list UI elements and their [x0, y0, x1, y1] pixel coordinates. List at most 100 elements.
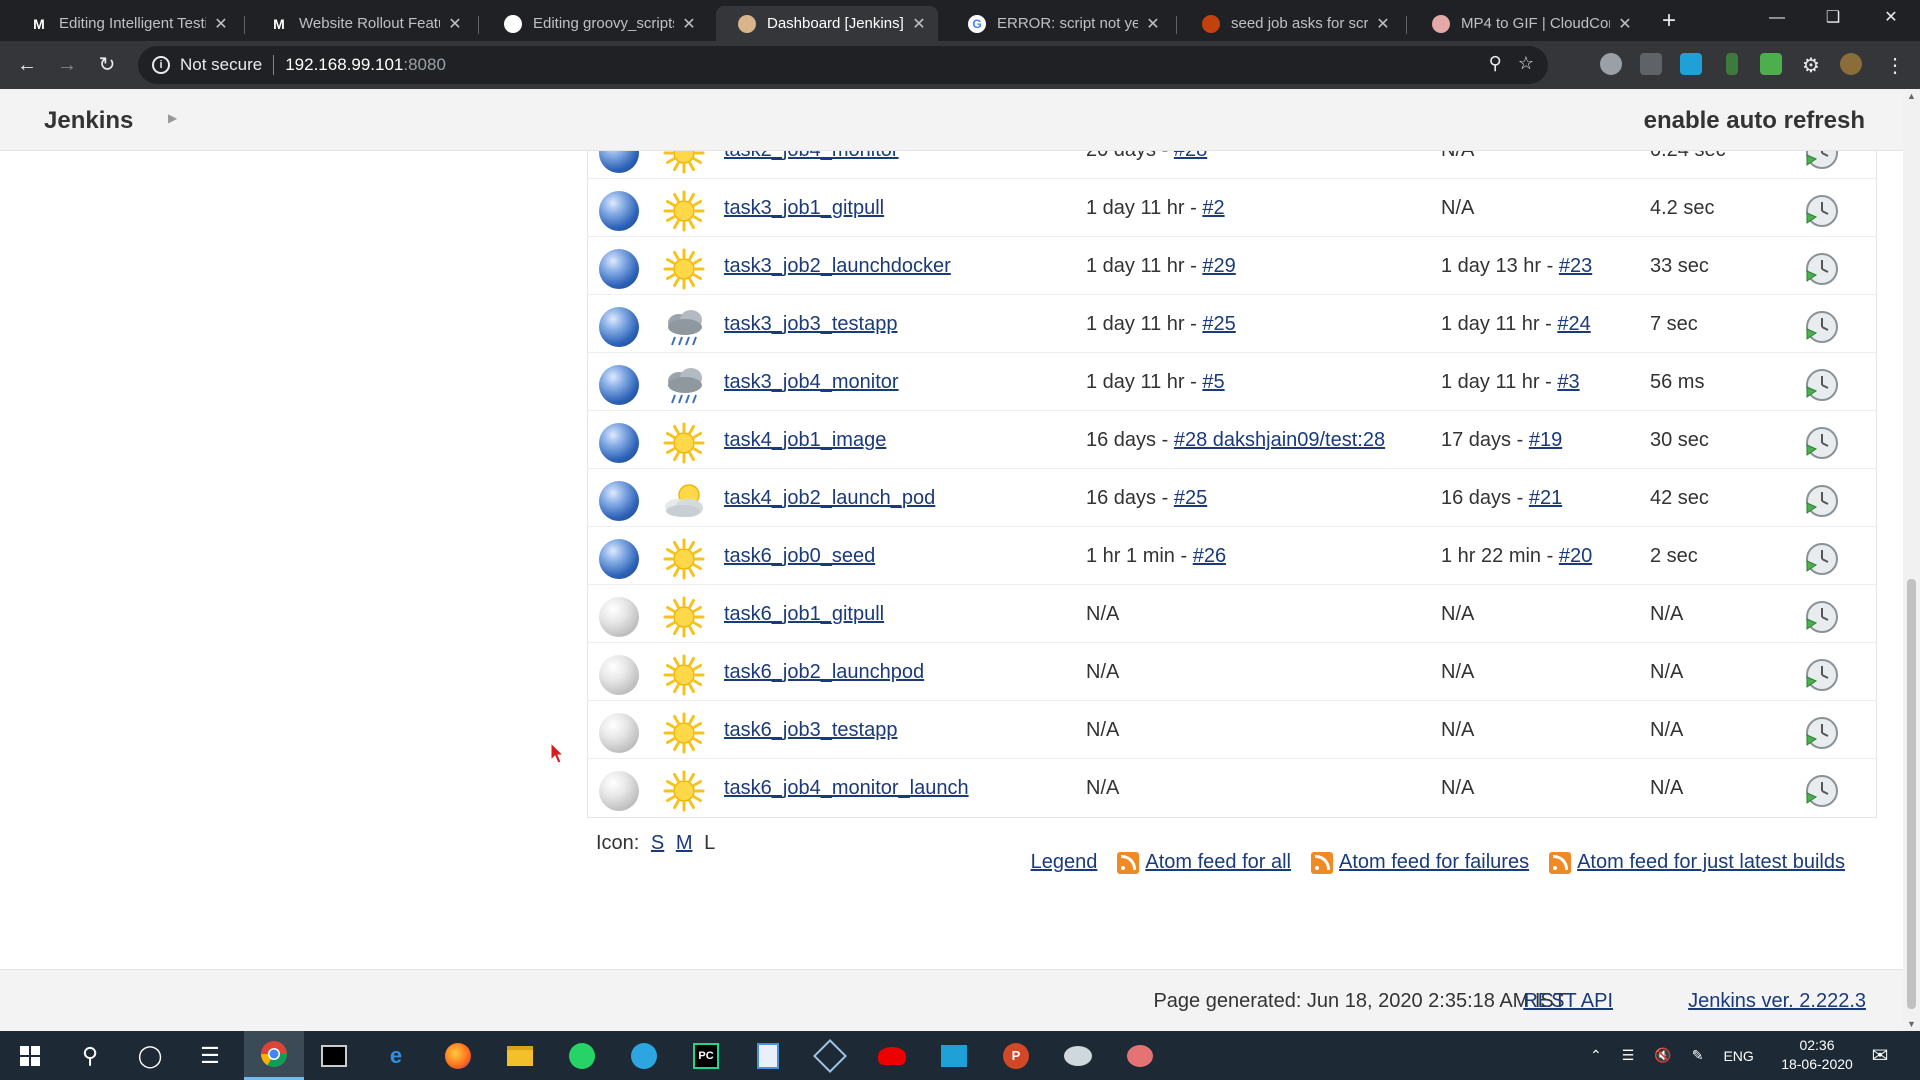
schedule-build-icon[interactable]	[1804, 367, 1840, 403]
last-success-build-link[interactable]: #28	[1174, 151, 1207, 161]
build-status-blue-icon[interactable]	[599, 249, 639, 289]
icon-size-medium-link[interactable]: M	[676, 832, 693, 854]
weather-sunny-icon[interactable]	[661, 189, 707, 233]
schedule-build-icon[interactable]	[1804, 425, 1840, 461]
last-success-build-link[interactable]: #28 dakshjain09/test:28	[1174, 429, 1385, 451]
extensions-icon[interactable]: ⚙	[1800, 53, 1822, 77]
zoom-icon[interactable]: ⚲	[1489, 53, 1502, 74]
weather-sunny-icon[interactable]	[661, 711, 707, 755]
schedule-build-icon[interactable]	[1804, 773, 1840, 809]
scrollbar-thumb[interactable]	[1907, 579, 1916, 1009]
firefox-taskbar-icon[interactable]	[428, 1031, 488, 1080]
paint-taskbar-icon[interactable]	[1048, 1031, 1108, 1080]
last-success-build-link[interactable]: #29	[1202, 255, 1235, 277]
virtualbox-taskbar-icon[interactable]	[800, 1031, 860, 1080]
weather-sunny-icon[interactable]	[661, 653, 707, 697]
job-name-link[interactable]: task6_job3_testapp	[724, 719, 897, 742]
schedule-build-icon[interactable]	[1804, 715, 1840, 751]
pycharm-taskbar-icon[interactable]: PC	[676, 1031, 736, 1080]
tab-close-icon[interactable]: ✕	[1144, 14, 1162, 34]
schedule-build-icon[interactable]	[1804, 193, 1840, 229]
tab-close-icon[interactable]: ✕	[680, 14, 698, 34]
pen-icon[interactable]: ✎	[1692, 1047, 1704, 1064]
browser-tab[interactable]: M Editing Intelligent Testi ✕	[8, 6, 240, 41]
build-status-grey-icon[interactable]	[599, 771, 639, 811]
extension-leaf-icon[interactable]	[1726, 53, 1738, 75]
build-status-blue-icon[interactable]	[599, 539, 639, 579]
telegram-taskbar-icon[interactable]	[614, 1031, 674, 1080]
tab-close-icon[interactable]: ✕	[910, 14, 928, 34]
build-status-blue-icon[interactable]	[599, 481, 639, 521]
weather-rain-icon[interactable]	[661, 305, 707, 349]
atom-feed-latest-link[interactable]: Atom feed for just latest builds	[1577, 851, 1845, 874]
enable-auto-refresh-link[interactable]: enable auto refresh	[1644, 107, 1865, 135]
notifications-icon[interactable]: ✉	[1850, 1031, 1910, 1080]
last-success-build-link[interactable]: #25	[1174, 487, 1207, 509]
scroll-down-arrow-icon[interactable]: ▼	[1906, 1019, 1917, 1029]
task-view-icon[interactable]: ☰	[180, 1031, 240, 1080]
volume-muted-icon[interactable]: 🔇	[1654, 1047, 1671, 1064]
cortana-icon[interactable]: ◯	[120, 1031, 180, 1080]
schedule-build-icon[interactable]	[1804, 151, 1840, 171]
schedule-build-icon[interactable]	[1804, 483, 1840, 519]
weather-sunny-icon[interactable]	[661, 151, 707, 175]
extension-puzzle-green-icon[interactable]	[1760, 53, 1782, 75]
job-name-link[interactable]: task3_job2_launchdocker	[724, 255, 951, 278]
weather-sunny-icon[interactable]	[661, 595, 707, 639]
new-tab-button[interactable]: +	[1655, 8, 1683, 36]
job-name-link[interactable]: task4_job2_launch_pod	[724, 487, 935, 510]
breadcrumb-caret-icon[interactable]: ▶	[168, 111, 177, 125]
tab-close-icon[interactable]: ✕	[212, 14, 230, 34]
close-window-button[interactable]: ✕	[1868, 0, 1914, 36]
legend-link[interactable]: Legend	[1031, 851, 1098, 874]
windows-start-icon[interactable]	[0, 1031, 60, 1080]
tab-close-icon[interactable]: ✕	[1616, 14, 1634, 34]
rss-feed-icon[interactable]	[1549, 851, 1572, 874]
red-hat-taskbar-icon[interactable]	[862, 1031, 922, 1080]
schedule-build-icon[interactable]	[1804, 599, 1840, 635]
last-success-build-link[interactable]: #26	[1193, 545, 1226, 567]
job-name-link[interactable]: task6_job4_monitor_launch	[724, 777, 969, 800]
address-bar[interactable]: i Not secure 192.168.99.101:8080 ⚲ ☆	[138, 46, 1548, 84]
job-name-link[interactable]: task2_job4_monitor	[724, 151, 899, 162]
job-name-link[interactable]: task6_job0_seed	[724, 545, 875, 568]
weather-sunny-icon[interactable]	[661, 769, 707, 813]
browser-tab[interactable]: M Website Rollout Featur ✕	[248, 6, 474, 41]
jenkins-logo[interactable]: Jenkins	[44, 107, 133, 135]
snip-taskbar-icon[interactable]	[924, 1031, 984, 1080]
last-success-build-link[interactable]: #2	[1202, 197, 1224, 219]
browser-tab[interactable]: MP4 to GIF | CloudCon ✕	[1410, 6, 1644, 41]
rest-api-link[interactable]: REST API	[1523, 990, 1613, 1013]
browser-tab[interactable]: Dashboard [Jenkins] ✕	[716, 6, 938, 41]
file-explorer-taskbar-icon[interactable]	[490, 1031, 550, 1080]
schedule-build-icon[interactable]	[1804, 657, 1840, 693]
whatsapp-taskbar-icon[interactable]	[552, 1031, 612, 1080]
build-status-grey-icon[interactable]	[599, 597, 639, 637]
info-icon[interactable]: i	[152, 56, 170, 74]
job-name-link[interactable]: task3_job3_testapp	[724, 313, 897, 336]
url-port[interactable]: :8080	[403, 55, 446, 75]
weather-sunny-icon[interactable]	[661, 247, 707, 291]
last-failure-build-link[interactable]: #23	[1559, 255, 1592, 277]
search-icon[interactable]: ⚲	[60, 1031, 120, 1080]
tab-close-icon[interactable]: ✕	[1374, 14, 1392, 34]
powerpoint-taskbar-icon[interactable]: P	[986, 1031, 1046, 1080]
recorder-taskbar-icon[interactable]	[1110, 1031, 1170, 1080]
weather-sunny-icon[interactable]	[661, 421, 707, 465]
extension-record-icon[interactable]	[1600, 53, 1622, 75]
browser-menu-icon[interactable]: ⋮	[1884, 53, 1906, 77]
atom-feed-failures-link[interactable]: Atom feed for failures	[1339, 851, 1529, 874]
security-label[interactable]: Not secure	[180, 55, 262, 75]
last-failure-build-link[interactable]: #20	[1559, 545, 1592, 567]
browser-tab[interactable]: Editing groovy_scripts/ ✕	[482, 6, 708, 41]
build-status-blue-icon[interactable]	[599, 151, 639, 173]
chrome-taskbar-icon[interactable]	[244, 1031, 304, 1080]
build-status-grey-icon[interactable]	[599, 713, 639, 753]
reload-button[interactable]: ↻	[92, 50, 122, 80]
extension-clipboard-icon[interactable]	[1640, 53, 1662, 75]
back-button[interactable]: ←	[12, 50, 42, 80]
minimize-button[interactable]: —	[1754, 0, 1800, 36]
job-name-link[interactable]: task6_job2_launchpod	[724, 661, 924, 684]
schedule-build-icon[interactable]	[1804, 251, 1840, 287]
forward-button[interactable]: →	[52, 50, 82, 80]
